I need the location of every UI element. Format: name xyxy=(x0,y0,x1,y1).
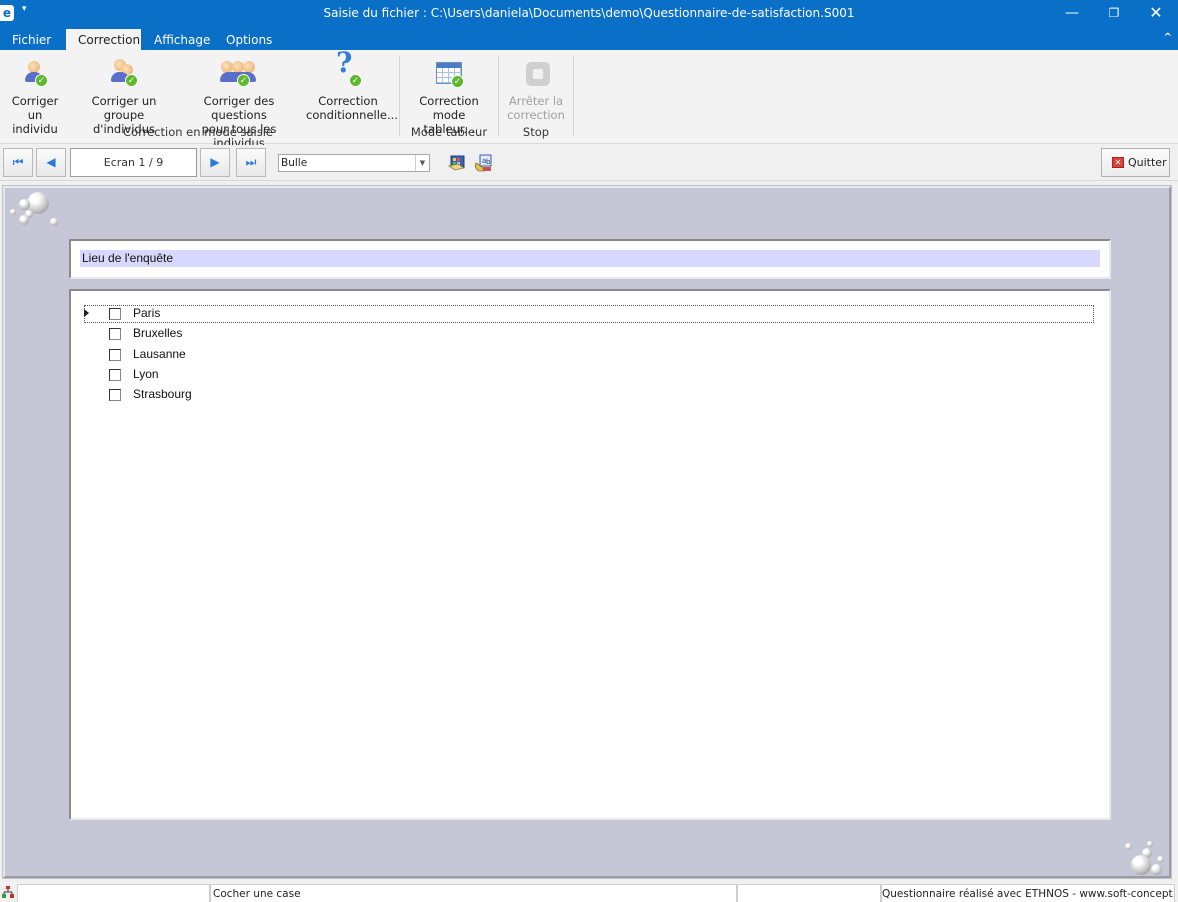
ribbon-separator xyxy=(399,56,400,136)
spreadsheet-check-icon: ✓ xyxy=(433,58,465,90)
question-check-icon: ? ✓ xyxy=(332,49,364,90)
tab-fichier[interactable]: Fichier xyxy=(0,29,63,50)
status-cell-1 xyxy=(17,884,210,902)
tab-affichage[interactable]: Affichage xyxy=(142,29,222,50)
question-title: Lieu de l'enquête xyxy=(80,250,1100,267)
stop-correction-line2: correction xyxy=(507,108,565,122)
current-row-pointer-icon xyxy=(84,309,89,317)
minimize-button[interactable]: — xyxy=(1050,0,1094,28)
previous-screen-button[interactable]: ◀ xyxy=(36,148,66,177)
correct-questions-line1: Corriger des questions xyxy=(203,94,275,122)
option-label: Strasbourg xyxy=(133,387,192,401)
stop-correction-line1: Arrêter la xyxy=(508,94,564,108)
group-label-stop: Stop xyxy=(522,125,550,139)
ribbon-separator xyxy=(573,56,574,136)
spreadsheet-correction-line1: Correction xyxy=(419,94,479,108)
skip-last-icon: ⏭ xyxy=(245,155,257,169)
option-label: Lyon xyxy=(133,367,159,381)
group-label-correction-saisie: Correction en mode saisie xyxy=(123,125,273,139)
maximize-button[interactable]: ❐ xyxy=(1092,0,1136,28)
svg-text:b: b xyxy=(486,158,491,166)
status-cell-3 xyxy=(737,884,881,902)
close-button[interactable]: ✕ xyxy=(1134,0,1178,28)
collapse-ribbon-icon[interactable]: ^ xyxy=(1164,32,1172,43)
navigation-bar: ⏮ ◀ Ecran 1 / 9 ▶ ⏭ Bulle ▼ a b ✕ Quitte… xyxy=(0,145,1178,181)
checkbox[interactable] xyxy=(109,328,121,340)
tab-options[interactable]: Options xyxy=(214,29,284,50)
option-label: Lausanne xyxy=(133,347,186,361)
ribbon-separator xyxy=(498,56,499,136)
network-tree-icon xyxy=(2,886,14,898)
checkbox[interactable] xyxy=(109,349,121,361)
display-mode-value: Bulle xyxy=(281,157,308,169)
option-label: Paris xyxy=(133,306,161,320)
first-screen-button[interactable]: ⏮ xyxy=(3,148,33,177)
all-users-check-icon: ✓ xyxy=(220,58,256,90)
status-hint: Cocher une case xyxy=(210,884,737,902)
screen-palette-icon[interactable] xyxy=(448,154,466,172)
checkbox[interactable] xyxy=(109,369,121,381)
last-screen-button[interactable]: ⏭ xyxy=(236,148,266,177)
ribbon: ✓ Corriger un individu ✓ Corriger un gro… xyxy=(0,49,1178,150)
quit-button[interactable]: ✕ Quitter xyxy=(1101,148,1170,177)
window-title: Saisie du fichier : C:\Users\daniela\Doc… xyxy=(323,6,855,20)
next-screen-button[interactable]: ▶ xyxy=(200,148,230,177)
correct-individual-line1: Corriger un xyxy=(11,94,59,122)
display-mode-select[interactable]: Bulle ▼ xyxy=(278,154,430,172)
correct-group-line1: Corriger un xyxy=(91,94,157,108)
keyboard-input-icon[interactable]: a b xyxy=(474,154,492,172)
group-label-mode-tableur: Mode tableur xyxy=(410,125,488,139)
arrow-left-icon: ◀ xyxy=(46,155,56,169)
checkbox[interactable] xyxy=(109,389,121,401)
skip-first-icon: ⏮ xyxy=(12,155,24,169)
checkbox[interactable] xyxy=(109,308,121,320)
title-bar: e ▾ Saisie du fichier : C:\Users\daniela… xyxy=(0,0,1178,28)
focus-indicator xyxy=(84,305,1094,323)
screen-indicator: Ecran 1 / 9 xyxy=(70,148,197,177)
stop-correction-button[interactable]: Arrêter la correction xyxy=(504,58,568,122)
tab-correction[interactable]: Correction xyxy=(66,29,141,50)
answers-panel: Paris Bruxelles Lausanne Lyon Strasbourg xyxy=(69,289,1111,820)
question-panel: Lieu de l'enquête xyxy=(69,239,1111,279)
ribbon-tabs: Fichier Correction Affichage Options ^ xyxy=(0,28,1178,50)
conditional-correction-line2: conditionnelle... xyxy=(306,108,398,122)
arrow-right-icon: ▶ xyxy=(210,155,220,169)
user-check-icon: ✓ xyxy=(19,58,51,90)
conditional-correction-button[interactable]: ? ✓ Correction conditionnelle... xyxy=(306,49,398,123)
close-icon: ✕ xyxy=(1112,157,1124,168)
conditional-correction-line1: Correction xyxy=(318,94,378,108)
status-bar: Cocher une case Questionnaire réalisé av… xyxy=(0,883,1178,902)
status-credits: Questionnaire réalisé avec ETHNOS - www.… xyxy=(881,884,1175,902)
option-label: Bruxelles xyxy=(133,326,183,340)
group-check-icon: ✓ xyxy=(108,58,140,90)
questionnaire-workspace: Lieu de l'enquête Paris Bruxelles Lausan… xyxy=(2,185,1172,879)
stop-icon xyxy=(520,58,552,90)
quit-label: Quitter xyxy=(1128,156,1167,169)
chevron-down-icon[interactable]: ▼ xyxy=(415,155,429,171)
